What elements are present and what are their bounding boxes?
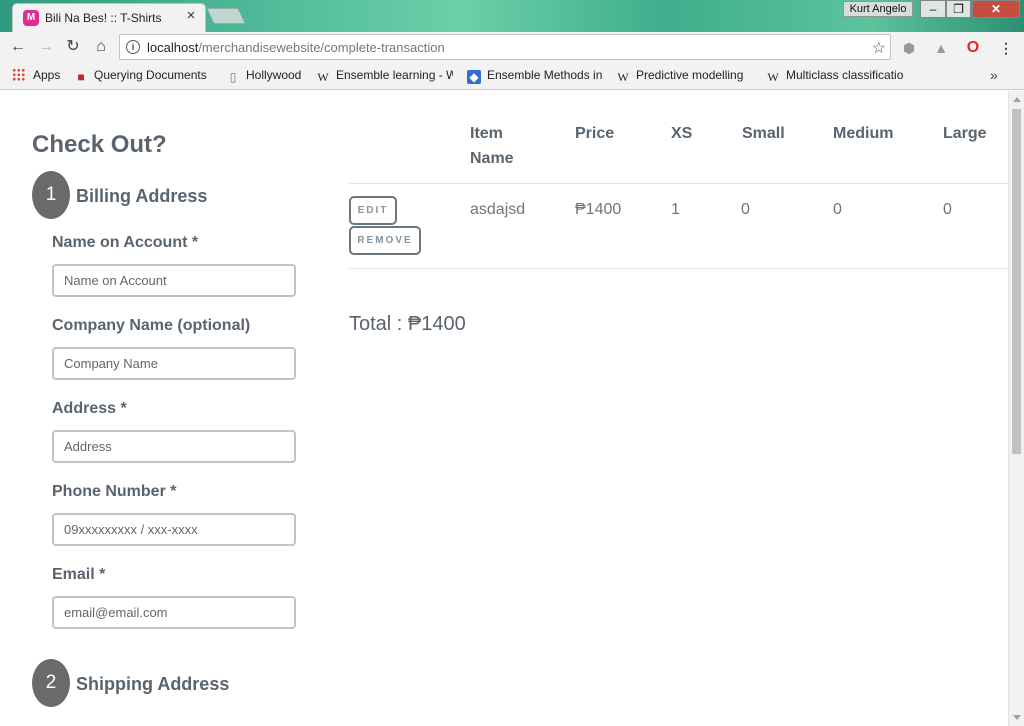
close-tab-icon[interactable]: × [183, 8, 199, 24]
column-header-xs: XS [671, 125, 693, 142]
column-header-medium: Medium [833, 125, 894, 142]
browser-menu-icon[interactable]: ⋮ [998, 39, 1014, 57]
bookmark-hollywood[interactable]: ▯ Hollywood [226, 68, 310, 84]
name-on-account-input[interactable] [52, 264, 296, 297]
address-input[interactable] [52, 430, 296, 463]
bookmark-multiclass-classification[interactable]: W Multiclass classificatio [766, 68, 906, 84]
back-arrow-icon[interactable]: ← [8, 37, 28, 57]
column-header-large: Large [943, 125, 987, 142]
home-icon[interactable]: ⌂ [91, 37, 111, 57]
email-input[interactable] [52, 596, 296, 629]
address-label: Address * [52, 400, 127, 417]
red-square-icon: ■ [77, 70, 85, 84]
drive-icon[interactable]: ▲ [932, 39, 950, 57]
scrollbar-thumb[interactable] [1012, 109, 1021, 454]
bookmark-ensemble-learning[interactable]: W Ensemble learning - W [316, 68, 453, 84]
more-bookmarks-icon[interactable]: » [990, 67, 998, 83]
name-on-account-label: Name on Account * [52, 234, 199, 251]
site-info-icon[interactable]: i [126, 40, 140, 54]
cart-item-medium-qty: 0 [833, 201, 842, 218]
bookmark-querying-documents[interactable]: ■ Querying Documents [74, 68, 212, 84]
wikipedia-icon: W [317, 70, 329, 84]
company-name-label: Company Name (optional) [52, 317, 251, 334]
step-number-badge: 2 [32, 659, 70, 707]
cart-item-xs-qty: 1 [671, 201, 680, 218]
billing-address-heading: Billing Address [76, 186, 208, 206]
page-scrollbar[interactable] [1008, 91, 1024, 726]
bookmark-predictive-modelling[interactable]: W Predictive modelling [616, 68, 752, 84]
phone-number-input[interactable] [52, 513, 296, 546]
browser-toolbar: ← → ↻ ⌂ i localhost/merchandisewebsite/c… [0, 32, 1024, 62]
company-name-input[interactable] [52, 347, 296, 380]
wikipedia-icon: W [617, 70, 629, 84]
cart-total: Total : ₱1400 [349, 313, 466, 335]
email-label: Email * [52, 566, 106, 583]
edit-item-button[interactable]: EDIT [349, 196, 397, 225]
table-divider [349, 268, 1008, 269]
forward-arrow-icon[interactable]: → [36, 37, 56, 57]
profile-button[interactable]: Kurt Angelo [843, 1, 913, 17]
opera-icon[interactable]: O [964, 39, 982, 57]
url-text[interactable]: localhost/merchandisewebsite/complete-tr… [147, 40, 445, 55]
bookmark-star-icon[interactable]: ☆ [872, 38, 886, 58]
table-divider [349, 183, 1008, 184]
remove-item-button[interactable]: REMOVE [349, 226, 421, 255]
window-titlebar: M Bili Na Bes! :: T-Shirts × Kurt Angelo… [0, 0, 1024, 32]
bookmark-ensemble-methods[interactable]: ◆ Ensemble Methods in [467, 68, 605, 84]
cart-item-price: ₱1400 [575, 201, 622, 218]
column-header-small: Small [742, 125, 785, 142]
address-bar[interactable]: i localhost/merchandisewebsite/complete-… [119, 34, 891, 60]
extension-icon[interactable]: ⬢ [900, 39, 918, 57]
page-title: Check Out? [32, 131, 167, 158]
new-tab-button[interactable] [206, 8, 246, 24]
phone-number-label: Phone Number * [52, 483, 177, 500]
page-content: Check Out? 1 Billing Address Name on Acc… [0, 91, 1008, 726]
reload-icon[interactable]: ↻ [63, 37, 83, 57]
shipping-address-heading: Shipping Address [76, 674, 230, 694]
cart-item-small-qty: 0 [741, 201, 750, 218]
scroll-up-arrow-icon[interactable] [1013, 97, 1021, 102]
bookmarks-bar: Apps ■ Querying Documents ▯ Hollywood W Ens… [0, 62, 1024, 90]
maximize-button[interactable]: ❐ [946, 0, 971, 18]
cart-item-name: asdajsd [470, 201, 526, 218]
page-icon: ▯ [229, 70, 237, 84]
column-header-price: Price [575, 125, 615, 142]
apps-grid-icon [12, 68, 25, 81]
tab-title: Bili Na Bes! :: T-Shirts [45, 11, 162, 25]
bookmark-apps[interactable]: Apps [12, 68, 72, 84]
minimize-button[interactable]: – [920, 0, 946, 18]
column-header-item-name: Item Name [470, 125, 514, 167]
cart-item-large-qty: 0 [943, 201, 952, 218]
step-number-badge: 1 [32, 171, 70, 219]
blue-diamond-icon: ◆ [467, 70, 481, 84]
site-favicon-icon: M [23, 10, 39, 26]
scroll-down-arrow-icon[interactable] [1013, 715, 1021, 720]
close-window-button[interactable]: ✕ [972, 0, 1020, 18]
browser-tab[interactable]: M Bili Na Bes! :: T-Shirts × [12, 3, 206, 32]
wikipedia-icon: W [767, 70, 779, 84]
